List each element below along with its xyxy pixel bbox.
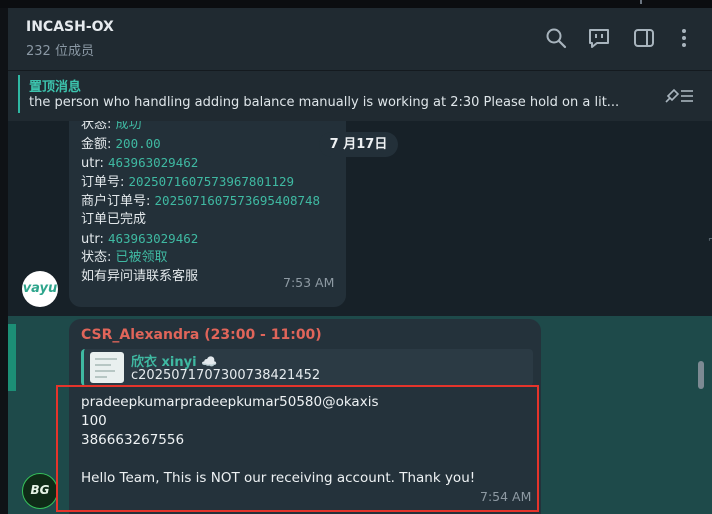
avatar-text: vayu <box>22 281 58 296</box>
telegram-window: INCASH-OX 232 位成员 置顶消息 the person who ha… <box>0 0 712 514</box>
highlight-box <box>56 385 539 512</box>
message-line: 订单已完成 <box>81 212 147 227</box>
message-line: 金额: 200.00 <box>81 136 161 152</box>
message-line: utr: 463963029462 <box>81 155 199 171</box>
member-count: 232 位成员 <box>26 44 94 59</box>
pinned-text: the person who handling adding balance m… <box>29 95 620 110</box>
reply-preview[interactable]: 欣衣 xinyi ☁️ c202507170730073842145​2 <box>81 349 533 386</box>
message-line: 如有异问请联系客服 <box>81 269 199 284</box>
avatar-text: BG <box>30 483 50 497</box>
avatar[interactable]: vayu <box>22 271 58 307</box>
reply-text: c202507170730073842145​2 <box>131 368 321 383</box>
unpin-list-icon[interactable] <box>665 84 695 106</box>
chat-title: INCASH-OX <box>26 19 114 35</box>
pinned-accent-bar <box>18 75 20 113</box>
message-line: 状态: 成功 <box>81 121 142 132</box>
window-top-strip <box>0 0 712 8</box>
message-time: 7:53 AM <box>283 275 335 290</box>
date-divider: 7 月17日 <box>319 132 398 157</box>
pinned-title: 置顶消息 <box>29 80 82 95</box>
search-icon[interactable] <box>544 26 568 50</box>
pinned-message-bar[interactable]: 置顶消息 the person who handling adding bala… <box>8 70 712 121</box>
message-line: 商户订单号: 2025071607573695408748 <box>81 193 321 209</box>
avatar[interactable]: BG <box>22 473 58 509</box>
edge-glyph: ⌐ <box>708 235 712 245</box>
reply-thumbnail <box>90 352 124 383</box>
message-line: utr: 463963029462 <box>81 231 199 247</box>
message-line: 状态: 已被领取 <box>81 250 168 265</box>
more-vertical-icon[interactable] <box>672 26 696 50</box>
chat-header[interactable]: INCASH-OX 232 位成员 <box>8 8 712 70</box>
message-bubble[interactable]: 状态: 成功 金额: 200.00 utr: 463963029462 订单号:… <box>69 121 346 307</box>
unread-indicator-bar <box>8 324 16 391</box>
sender-name[interactable]: CSR_Alexandra (23:00 - 11:00) <box>81 327 322 343</box>
message-line: 订单号: 2025071607573967801129 <box>81 174 295 190</box>
comment-icon[interactable] <box>587 26 611 50</box>
sidebar-toggle-icon[interactable] <box>632 26 656 50</box>
scrollbar-thumb[interactable] <box>698 361 704 389</box>
